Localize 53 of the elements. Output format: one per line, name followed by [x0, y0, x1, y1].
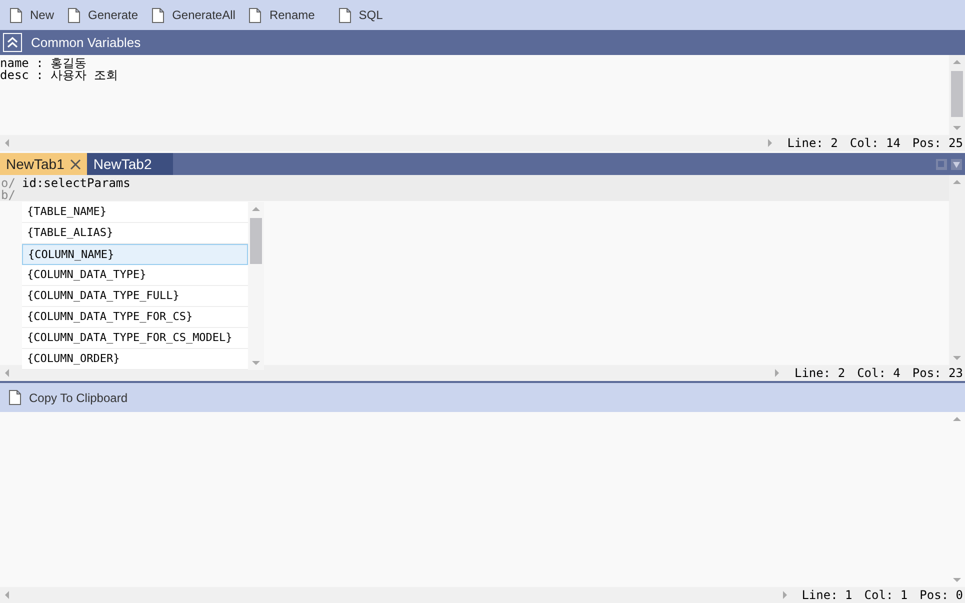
toolbar-button[interactable]: Rename: [249, 6, 315, 24]
vertical-scrollbar[interactable]: [949, 175, 965, 365]
editor-tab[interactable]: NewTab2: [87, 153, 174, 175]
autocomplete-item[interactable]: {COLUMN_DATA_TYPE}: [22, 265, 248, 286]
status-text: Line: 2: [787, 135, 838, 152]
scroll-thumb[interactable]: [250, 218, 262, 264]
scroll-up-icon[interactable]: [952, 57, 962, 67]
autocomplete-item[interactable]: {TABLE_NAME}: [22, 202, 248, 223]
document-icon: [152, 8, 164, 22]
document-icon: [10, 8, 22, 22]
status-text: Pos: 0: [920, 587, 963, 603]
document-icon: [9, 390, 21, 405]
scroll-down-icon[interactable]: [251, 358, 261, 368]
toolbar-button[interactable]: SQL: [338, 6, 383, 24]
vertical-scrollbar[interactable]: [248, 202, 264, 370]
document-icon: [68, 8, 80, 22]
scroll-up-icon[interactable]: [251, 204, 261, 214]
status-text: Line: 2: [794, 365, 846, 382]
vertical-scrollbar[interactable]: [949, 55, 965, 135]
autocomplete-item[interactable]: {COLUMN_NAME}: [22, 244, 248, 265]
scroll-down-icon[interactable]: [952, 123, 962, 133]
code-line: id:selectParams: [22, 177, 130, 189]
copy-button[interactable]: Copy To Clipboard: [9, 388, 128, 406]
scroll-thumb[interactable]: [951, 71, 963, 117]
status-text: Pos: 23: [912, 365, 963, 382]
toolbar-button[interactable]: New: [10, 6, 54, 24]
status-text: Col: 14: [850, 135, 900, 152]
section-title: Common Variables: [31, 34, 141, 52]
status-text: Pos: 25: [912, 135, 963, 152]
autocomplete-item[interactable]: {COLUMN_DATA_TYPE_FOR_CS_MODEL}: [22, 328, 248, 349]
restore-icon[interactable]: [936, 158, 947, 170]
editor-tab[interactable]: NewTab1: [0, 153, 88, 175]
dropdown-icon[interactable]: [951, 158, 962, 170]
line-marker: b/: [0, 189, 16, 201]
status-text: Line: 1: [802, 587, 852, 603]
code-line: name : 홍길동: [0, 57, 87, 69]
double-chevron-icon: [7, 37, 18, 48]
scroll-up-icon[interactable]: [952, 177, 962, 187]
status-text: Col: 4: [857, 365, 900, 382]
close-icon[interactable]: [70, 158, 82, 170]
document-icon: [338, 8, 351, 22]
status-text: Col: 1: [864, 587, 908, 603]
scroll-down-icon[interactable]: [952, 575, 962, 585]
autocomplete-item[interactable]: {COLUMN_DATA_TYPE_FOR_CS}: [22, 307, 248, 328]
line-marker: o/: [0, 177, 16, 189]
code-line: desc : 사용자 조회: [0, 69, 118, 81]
scroll-up-icon[interactable]: [952, 414, 962, 424]
autocomplete-item[interactable]: {COLUMN_DATA_TYPE_FULL}: [22, 286, 248, 307]
collapse-button[interactable]: [3, 33, 22, 52]
scroll-down-icon[interactable]: [952, 353, 962, 363]
toolbar-button[interactable]: Generate: [68, 6, 138, 24]
toolbar-button[interactable]: GenerateAll: [152, 6, 236, 24]
document-icon: [249, 8, 262, 22]
